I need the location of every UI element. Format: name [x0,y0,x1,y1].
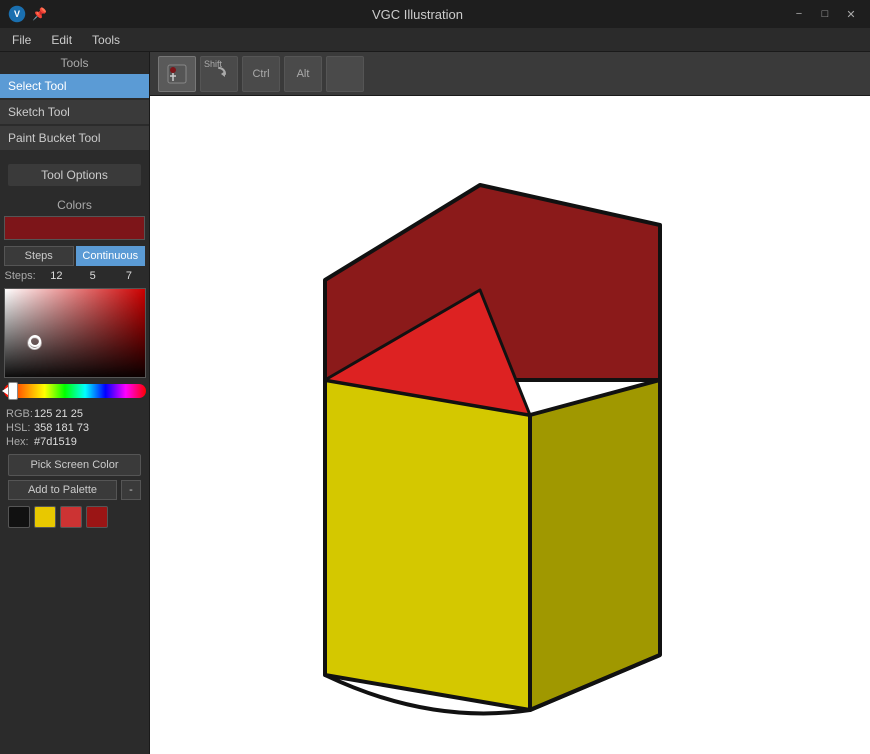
canvas-area: Shift Ctrl Alt [150,52,870,754]
colors-label: Colors [4,198,145,212]
canvas-toolbar: Shift Ctrl Alt [150,52,870,96]
paint-bucket-tool-button[interactable]: Paint Bucket Tool [0,126,149,150]
pick-screen-color-button[interactable]: Pick Screen Color [8,454,141,476]
color-values: RGB: 125 21 25 HSL: 358 181 73 Hex: #7d1… [4,408,145,448]
steps-values: Steps: 12 5 7 [4,270,145,282]
palette-swatch-yellow[interactable] [34,506,56,528]
hsl-row: HSL: 358 181 73 [6,422,143,434]
tools-menu[interactable]: Tools [88,31,124,49]
continuous-button[interactable]: Continuous [76,246,146,266]
palette-swatch-darkred[interactable] [86,506,108,528]
hue-arrow [2,387,8,395]
drawing-canvas[interactable] [150,96,870,754]
illustration-svg [150,96,870,754]
rgb-label: RGB: [6,408,34,420]
hex-value: #7d1519 [34,436,77,448]
current-color-swatch[interactable] [4,216,145,240]
alt-label: Alt [297,68,310,80]
shift-key-label: Shift [204,59,222,69]
hex-label: Hex: [6,436,34,448]
svg-text:V: V [14,9,20,19]
toolbar-ctrl[interactable]: Ctrl [242,56,280,92]
hsl-label: HSL: [6,422,34,434]
close-button[interactable]: ✕ [840,5,862,23]
remove-from-palette-button[interactable]: - [121,480,141,500]
toolbar-shift-rotate[interactable]: Shift [200,56,238,92]
toolbar-alt[interactable]: Alt [284,56,322,92]
window-controls: − □ ✕ [788,5,862,23]
tool-options-button[interactable]: Tool Options [8,164,141,186]
colors-section: Colors Steps Continuous Steps: 12 5 7 [0,198,149,528]
minimize-button[interactable]: − [788,5,810,23]
steps-button[interactable]: Steps [4,246,74,266]
hue-thumb [8,382,18,400]
edit-menu[interactable]: Edit [47,31,76,49]
sketch-tool-button[interactable]: Sketch Tool [0,100,149,124]
rgb-row: RGB: 125 21 25 [6,408,143,420]
add-palette-row: Add to Palette - [8,480,141,500]
palette-swatches [4,506,145,528]
tools-section-label: Tools [0,52,149,74]
steps-row: Steps Continuous [4,246,145,266]
hue-slider-container [4,384,146,402]
palette-swatch-red[interactable] [60,506,82,528]
toolbar-select[interactable] [158,56,196,92]
pin-icon: 📌 [32,7,47,21]
color-canvas[interactable] [5,289,145,377]
steps-v2: 5 [77,270,109,282]
color-picker[interactable] [4,288,146,378]
steps-v3: 7 [113,270,145,282]
hsl-values: 358 181 73 [34,422,89,434]
steps-label-text: Steps: [4,270,36,282]
select-cursor-icon [166,63,188,85]
titlebar: V 📌 VGC Illustration − □ ✕ [0,0,870,28]
add-to-palette-button[interactable]: Add to Palette [8,480,117,500]
maximize-button[interactable]: □ [814,5,836,23]
menubar: File Edit Tools [0,28,870,52]
toolbar-extra[interactable] [326,56,364,92]
file-menu[interactable]: File [8,31,35,49]
palette-swatch-black[interactable] [8,506,30,528]
main-area: Tools Select Tool Sketch Tool Paint Buck… [0,52,870,754]
hue-slider[interactable] [4,384,146,398]
ctrl-label: Ctrl [252,68,269,80]
window-title: VGC Illustration [47,7,788,22]
steps-v1: 12 [40,270,72,282]
select-tool-button[interactable]: Select Tool [0,74,149,98]
rgb-values: 125 21 25 [34,408,83,420]
sidebar: Tools Select Tool Sketch Tool Paint Buck… [0,52,150,754]
app-logo: V [8,5,26,23]
hex-row: Hex: #7d1519 [6,436,143,448]
